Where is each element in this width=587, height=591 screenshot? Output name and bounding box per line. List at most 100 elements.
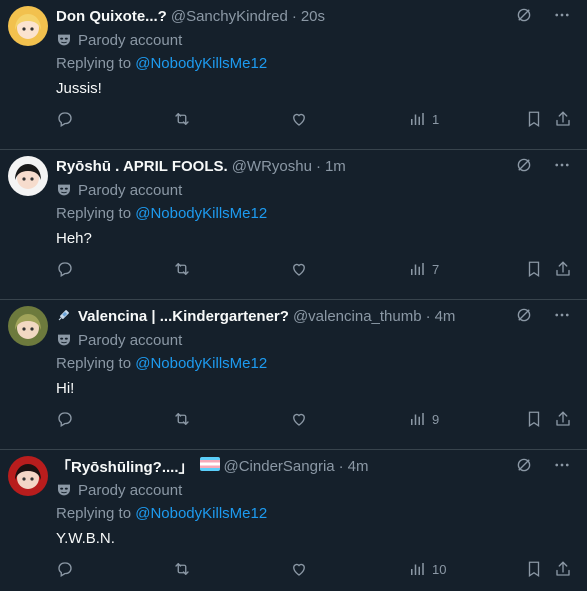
display-name[interactable]: Ryōshū . APRIL FOOLS. bbox=[56, 158, 228, 175]
replying-prefix: Replying to bbox=[56, 55, 132, 72]
reply-tweet[interactable]: 「Ryōshūling?....」 @CinderSangria · 4m Parody… bbox=[0, 450, 587, 591]
share-icon bbox=[554, 410, 572, 428]
parody-label: Parody account bbox=[56, 180, 182, 200]
separator-dot: · bbox=[291, 7, 297, 25]
avatar[interactable] bbox=[8, 156, 48, 196]
timestamp[interactable]: 4m bbox=[435, 308, 456, 325]
timestamp[interactable]: 4m bbox=[348, 458, 369, 475]
parody-label: Parody account bbox=[56, 30, 182, 50]
bookmark-button[interactable] bbox=[525, 560, 543, 578]
retweet-icon bbox=[173, 260, 191, 278]
grok-icon[interactable] bbox=[515, 156, 533, 174]
share-button[interactable] bbox=[554, 260, 572, 278]
replying-to-link[interactable]: @NobodyKillsMe12 bbox=[135, 55, 267, 72]
tweet-header: 「Ryōshūling?....」 @CinderSangria · 4m bbox=[56, 456, 368, 476]
views-count: 1 bbox=[432, 111, 440, 127]
replying-to-link[interactable]: @NobodyKillsMe12 bbox=[135, 205, 267, 222]
separator-dot: · bbox=[425, 307, 431, 325]
tweet-actions: 7 bbox=[0, 260, 587, 282]
separator-dot: · bbox=[315, 157, 321, 175]
replying-to: Replying to @NobodyKillsMe12 bbox=[56, 205, 267, 222]
replying-prefix: Replying to bbox=[56, 505, 132, 522]
bookmark-button[interactable] bbox=[525, 260, 543, 278]
bookmark-icon bbox=[525, 110, 543, 128]
display-name[interactable]: Don Quixote...? bbox=[56, 8, 167, 25]
views-button[interactable]: 9 bbox=[408, 410, 439, 428]
like-button[interactable] bbox=[290, 410, 308, 428]
more-options-icon[interactable] bbox=[553, 156, 571, 174]
tweet-text: Y.W.B.N. bbox=[56, 530, 115, 547]
views-icon bbox=[408, 110, 426, 128]
heart-icon bbox=[290, 260, 308, 278]
timestamp[interactable]: 1m bbox=[325, 158, 346, 175]
replying-to-link[interactable]: @NobodyKillsMe12 bbox=[135, 505, 267, 522]
user-handle[interactable]: @CinderSangria bbox=[224, 458, 335, 475]
parody-mask-icon bbox=[56, 182, 72, 198]
reply-button[interactable] bbox=[56, 560, 74, 578]
tweet-header: Valencina | ...Kindergartener? @valencina… bbox=[56, 306, 455, 326]
reply-button[interactable] bbox=[56, 260, 74, 278]
share-button[interactable] bbox=[554, 410, 572, 428]
retweet-button[interactable] bbox=[173, 410, 191, 428]
avatar[interactable] bbox=[8, 456, 48, 496]
retweet-button[interactable] bbox=[173, 560, 191, 578]
avatar[interactable] bbox=[8, 306, 48, 346]
replying-to-link[interactable]: @NobodyKillsMe12 bbox=[135, 355, 267, 372]
retweet-button[interactable] bbox=[173, 110, 191, 128]
tweet-actions: 10 bbox=[0, 560, 587, 582]
reply-button[interactable] bbox=[56, 410, 74, 428]
reply-tweet[interactable]: Don Quixote...? @SanchyKindred · 20s Parody … bbox=[0, 0, 587, 150]
bookmark-icon bbox=[525, 560, 543, 578]
user-handle[interactable]: @SanchyKindred bbox=[171, 8, 288, 25]
parody-mask-icon bbox=[56, 332, 72, 348]
reply-button[interactable] bbox=[56, 110, 74, 128]
user-handle[interactable]: @WRyoshu bbox=[232, 158, 312, 175]
parody-text: Parody account bbox=[78, 31, 183, 49]
views-count: 10 bbox=[432, 561, 447, 577]
replying-prefix: Replying to bbox=[56, 355, 132, 372]
like-button[interactable] bbox=[290, 560, 308, 578]
views-icon bbox=[408, 260, 426, 278]
grok-icon[interactable] bbox=[515, 6, 533, 24]
share-icon bbox=[554, 560, 572, 578]
views-button[interactable]: 10 bbox=[408, 560, 446, 578]
bookmark-button[interactable] bbox=[525, 410, 543, 428]
tweet-top-actions bbox=[515, 456, 571, 474]
bookmark-icon bbox=[525, 410, 543, 428]
reply-tweet[interactable]: Valencina | ...Kindergartener? @valencina… bbox=[0, 300, 587, 450]
share-icon bbox=[554, 260, 572, 278]
replying-to: Replying to @NobodyKillsMe12 bbox=[56, 355, 267, 372]
like-button[interactable] bbox=[290, 110, 308, 128]
tweet-header: Don Quixote...? @SanchyKindred · 20s bbox=[56, 6, 325, 26]
parody-text: Parody account bbox=[78, 481, 183, 499]
timestamp[interactable]: 20s bbox=[301, 8, 325, 25]
like-button[interactable] bbox=[290, 260, 308, 278]
tweet-text: Jussis! bbox=[56, 80, 102, 97]
retweet-button[interactable] bbox=[173, 260, 191, 278]
more-options-icon[interactable] bbox=[553, 306, 571, 324]
separator-dot: · bbox=[338, 457, 344, 475]
share-button[interactable] bbox=[554, 560, 572, 578]
tweet-text: Heh? bbox=[56, 230, 92, 247]
parody-mask-icon bbox=[56, 482, 72, 498]
parody-label: Parody account bbox=[56, 330, 182, 350]
parody-label: Parody account bbox=[56, 480, 182, 500]
replying-to: Replying to @NobodyKillsMe12 bbox=[56, 55, 267, 72]
more-options-icon[interactable] bbox=[553, 456, 571, 474]
user-handle[interactable]: @valencina_thumb bbox=[293, 308, 422, 325]
grok-icon[interactable] bbox=[515, 306, 533, 324]
display-name[interactable]: 「Ryōshūling?....」 bbox=[56, 456, 194, 477]
bookmark-button[interactable] bbox=[525, 110, 543, 128]
avatar[interactable] bbox=[8, 6, 48, 46]
views-button[interactable]: 1 bbox=[408, 110, 439, 128]
views-button[interactable]: 7 bbox=[408, 260, 439, 278]
retweet-icon bbox=[173, 110, 191, 128]
syringe-emoji bbox=[56, 305, 74, 327]
more-options-icon[interactable] bbox=[553, 6, 571, 24]
display-name[interactable]: Valencina | ...Kindergartener? bbox=[78, 308, 289, 325]
reply-icon bbox=[56, 410, 74, 428]
share-button[interactable] bbox=[554, 110, 572, 128]
parody-text: Parody account bbox=[78, 331, 183, 349]
grok-icon[interactable] bbox=[515, 456, 533, 474]
reply-tweet[interactable]: Ryōshū . APRIL FOOLS. @WRyoshu · 1m Parody a… bbox=[0, 150, 587, 300]
